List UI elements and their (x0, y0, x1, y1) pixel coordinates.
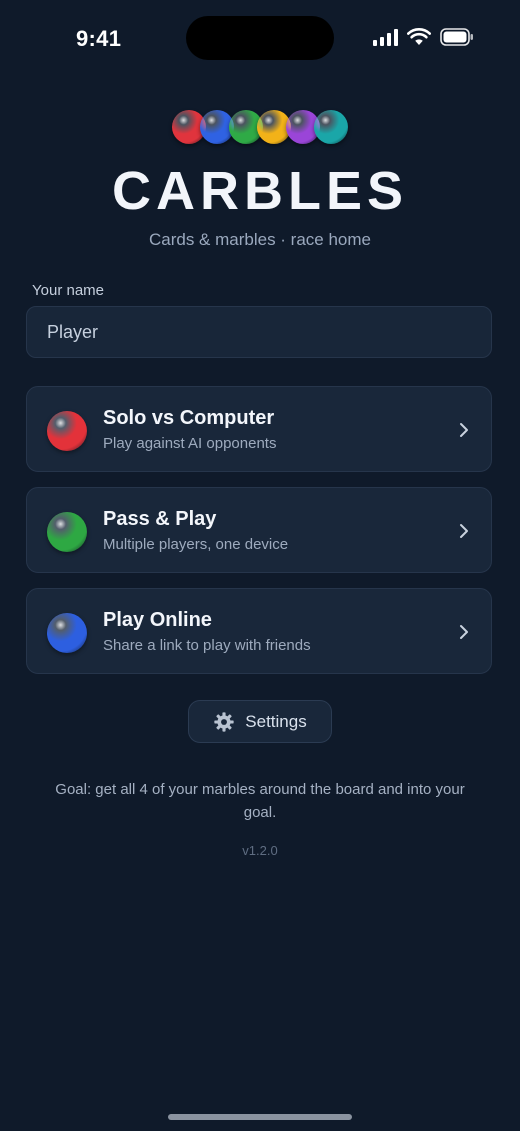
app-title: CARBLES (111, 161, 408, 221)
play-online-button[interactable]: Play Online Share a link to play with fr… (26, 588, 492, 674)
mode-description: Multiple players, one device (103, 536, 289, 553)
mode-title: Pass & Play (103, 508, 217, 530)
app-subtitle: Cards & marbles · race home (148, 230, 372, 249)
chevron-right-icon (460, 524, 468, 538)
settings-label: Settings (245, 711, 307, 731)
name-input[interactable] (26, 306, 492, 358)
settings-button[interactable]: Settings (188, 700, 332, 743)
goal-text: Goal: get all 4 of your marbles around t… (55, 781, 465, 821)
mode-title: Play Online (103, 609, 212, 631)
mode-title: Solo vs Computer (103, 407, 275, 429)
cellular-signal-icon (373, 28, 398, 46)
pass-and-play-button[interactable]: Pass & Play Multiple players, one device (26, 487, 492, 573)
dynamic-island (186, 16, 334, 60)
solo-vs-computer-button[interactable]: Solo vs Computer Play against AI opponen… (26, 386, 492, 472)
status-icons (373, 28, 474, 46)
logo-marbles (0, 110, 520, 144)
logo-marble-teal (314, 110, 348, 144)
battery-icon (440, 28, 473, 46)
name-label: Your name (32, 282, 104, 299)
status-time: 9:41 (76, 26, 122, 51)
mode-description: Play against AI opponents (103, 435, 277, 452)
home-indicator (168, 1114, 352, 1120)
red-marble-icon (47, 411, 87, 451)
blue-marble-icon (47, 613, 87, 653)
green-marble-icon (47, 512, 87, 552)
version-label: v1.2.0 (242, 843, 278, 858)
wifi-icon (407, 28, 431, 45)
gear-icon (214, 711, 234, 732)
chevron-right-icon (460, 423, 468, 437)
mode-description: Share a link to play with friends (103, 637, 311, 654)
chevron-right-icon (460, 625, 468, 639)
status-bar: 9:41 (0, 0, 520, 80)
